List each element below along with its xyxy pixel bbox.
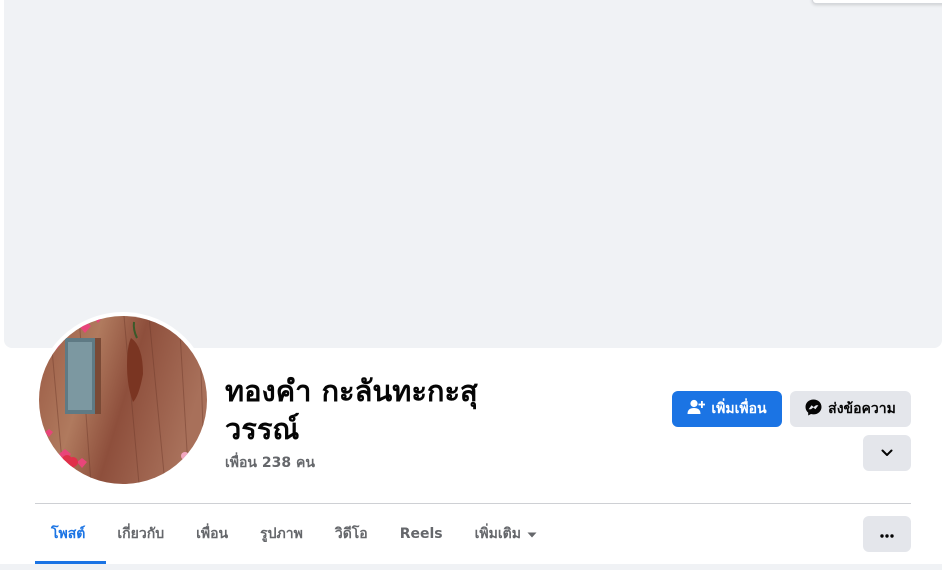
more-options-button[interactable] — [863, 516, 911, 552]
tab-more[interactable]: เพิ่มเติม — [459, 516, 553, 552]
profile-name: ทองคำ กะลันทะกะสุวรรณ์ — [225, 374, 478, 446]
tab-label: Reels — [399, 526, 443, 542]
tab-about[interactable]: เกี่ยวกับ — [101, 516, 180, 552]
tab-label: เกี่ยวกับ — [117, 526, 165, 542]
tab-label: วิดีโอ — [334, 526, 368, 542]
chevron-down-icon — [881, 445, 893, 461]
profile-avatar[interactable] — [39, 316, 207, 484]
cover-photo[interactable] — [4, 0, 942, 348]
message-label: ส่งข้อความ — [828, 401, 896, 417]
tab-photos[interactable]: รูปภาพ — [244, 516, 319, 552]
add-friend-label: เพิ่มเพื่อน — [711, 401, 767, 417]
top-dropdown-edge — [812, 0, 942, 4]
header-divider — [35, 503, 911, 504]
messenger-icon — [805, 399, 822, 420]
tab-friends[interactable]: เพื่อน — [180, 516, 244, 552]
friends-count[interactable]: เพื่อน 238 คน — [225, 452, 315, 474]
message-button[interactable]: ส่งข้อความ — [790, 391, 911, 427]
avatar-image — [39, 316, 207, 484]
caret-down-icon — [527, 526, 537, 542]
person-add-icon — [687, 399, 706, 419]
profile-tabs: โพสต์ เกี่ยวกับ เพื่อน รูปภาพ วิดีโอ Ree… — [35, 516, 553, 564]
tab-reels[interactable]: Reels — [384, 516, 459, 552]
add-friend-button[interactable]: เพิ่มเพื่อน — [672, 391, 782, 427]
profile-expand-button[interactable] — [863, 435, 911, 471]
tab-label: โพสต์ — [51, 526, 86, 542]
tab-label: รูปภาพ — [260, 526, 303, 542]
ellipsis-icon — [880, 526, 894, 542]
tab-posts[interactable]: โพสต์ — [35, 516, 106, 564]
page-background-strip — [0, 564, 942, 570]
tab-videos[interactable]: วิดีโอ — [319, 516, 384, 552]
tab-label: เพิ่มเติม — [474, 526, 521, 542]
tab-label: เพื่อน — [196, 526, 229, 542]
